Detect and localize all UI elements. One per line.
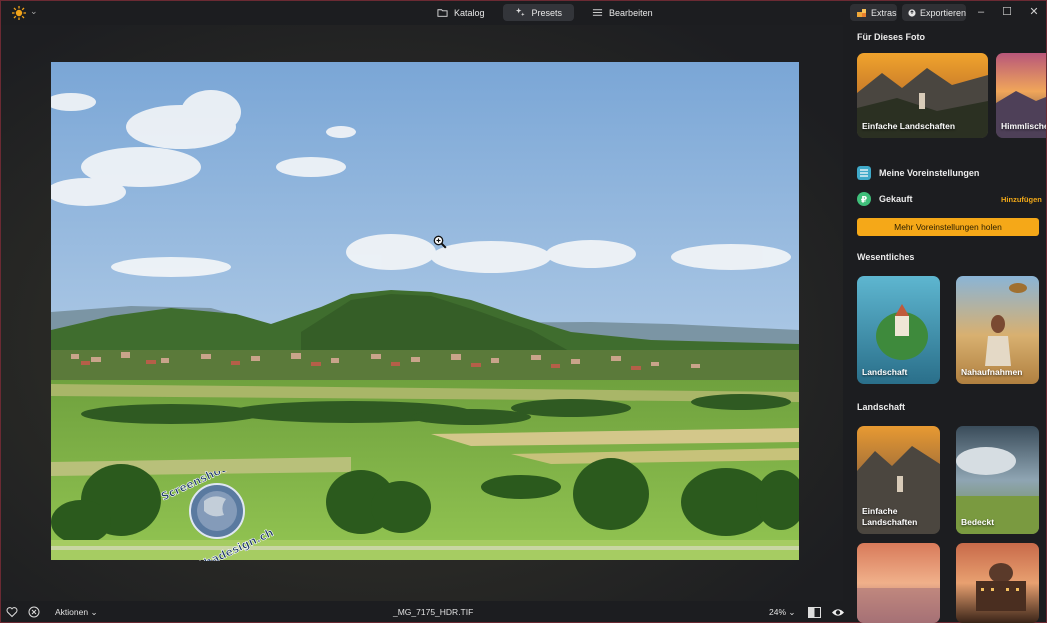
preset-card-label: Nahaufnahmen [961,367,1023,377]
folder-icon [437,9,448,17]
my-presets-item[interactable]: Meine Voreinstellungen [857,165,979,181]
preset-thumbnail [857,543,940,623]
app-logo-icon[interactable] [11,5,27,21]
purchased-item[interactable]: ₽ Gekauft [857,191,913,207]
preset-card-einfache-landschaften-2[interactable]: Einfache Landschaften [857,426,940,534]
file-name: _MG_7175_HDR.TIF [393,607,474,617]
purchased-icon: ₽ [857,192,871,206]
preset-card-label: Einfache Landschaften [862,121,956,131]
preset-card-label: Bedeckt [961,517,995,527]
preset-card-landschaft[interactable]: Landschaft [857,276,940,384]
extras-button[interactable]: Extras [850,4,897,21]
watermark-stamp: Screenshot by Ahadesign.ch [159,454,276,573]
more-presets-button[interactable]: Mehr Voreinstellungen holen [857,218,1039,236]
preset-thumbnail [956,543,1039,623]
preset-card-label: Himmlische [1001,121,1046,131]
preset-card-label: Landschaft [862,367,908,377]
preset-card-nahaufnahmen[interactable]: Nahaufnahmen [956,276,1039,384]
svg-text:₽: ₽ [861,196,867,206]
export-icon [908,8,916,17]
tab-presets[interactable]: Presets [502,4,575,21]
preset-card-sunset-lake[interactable] [857,543,940,623]
reject-icon[interactable] [28,606,40,618]
close-button[interactable]: ✕ [1027,5,1041,19]
purchased-label: Gekauft [879,194,913,204]
my-presets-label: Meine Voreinstellungen [879,168,980,178]
extras-icon [857,8,866,17]
actions-dropdown[interactable]: Aktionen ⌄ [55,607,98,618]
watermark-globe-icon: Screenshot by Ahadesign.ch [159,454,276,573]
bottom-bar: Aktionen ⌄ _MG_7175_HDR.TIF 24% ⌄ [1,602,845,623]
tab-bearbeiten[interactable]: Bearbeiten [580,4,665,21]
preset-card-city-night[interactable] [956,543,1039,623]
app-menu-chevron-icon[interactable]: ⌄ [30,6,38,17]
zoom-dropdown[interactable]: 24% ⌄ [769,607,796,618]
preset-card-bedeckt[interactable]: Bedeckt [956,426,1039,534]
maximize-button[interactable]: ☐ [1000,5,1014,19]
main-tabs: Katalog Presets Bearbeiten [425,4,665,21]
compare-view-icon[interactable] [808,607,821,618]
section-title-for-photo: Für Dieses Foto [857,32,926,42]
add-link[interactable]: Hinzufügen [1001,195,1042,204]
extras-label: Extras [871,7,897,18]
section-title-essentials: Wesentliches [857,252,915,262]
zoom-in-cursor-icon [433,235,447,249]
sliders-icon [592,9,603,16]
preset-card-himmlische[interactable]: Himmlische [996,53,1046,138]
tab-presets-label: Presets [531,7,563,18]
export-button[interactable]: Exportieren [902,4,966,21]
sparkle-icon [515,7,525,17]
presets-panel: Für Dieses Foto Einfache Landschaften Hi… [844,25,1046,623]
minimize-button[interactable]: – [974,5,988,19]
preset-card-einfache-landschaften[interactable]: Einfache Landschaften [857,53,988,138]
preset-card-label: Einfache Landschaften [862,506,918,527]
tab-bearbeiten-label: Bearbeiten [609,7,653,18]
heart-icon[interactable] [6,606,18,618]
eye-icon[interactable] [831,607,845,618]
top-bar: ⌄ Katalog Presets Bearbeiten Extras Expo… [1,1,1046,25]
section-title-landscape: Landschaft [857,402,906,412]
tab-katalog[interactable]: Katalog [425,4,497,21]
my-presets-icon [857,166,871,180]
tab-katalog-label: Katalog [454,7,485,18]
export-label: Exportieren [919,7,966,18]
